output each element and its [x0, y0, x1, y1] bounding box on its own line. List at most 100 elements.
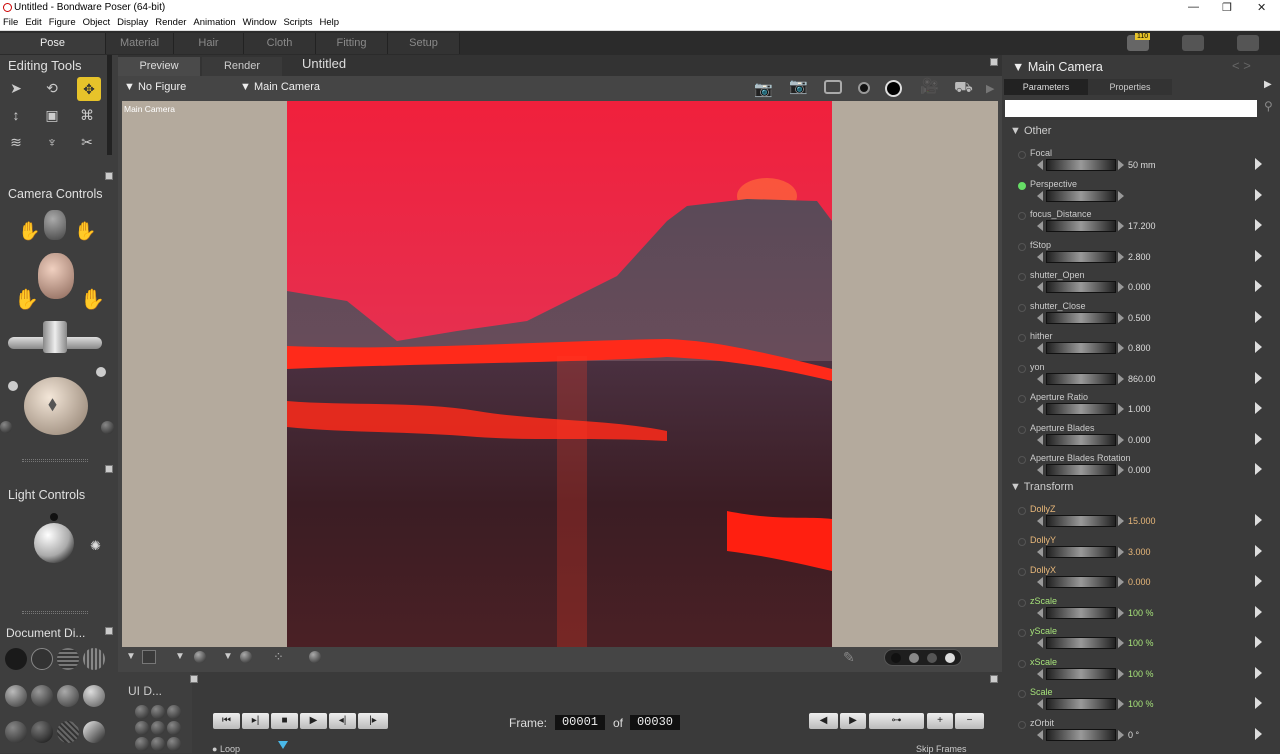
dial-right-arrow-icon[interactable]	[1118, 516, 1124, 526]
param-value[interactable]: 0.000	[1128, 282, 1151, 292]
param-status-dot[interactable]	[1018, 456, 1026, 464]
figure-style-box[interactable]	[142, 650, 156, 664]
dial-right-arrow-icon[interactable]	[1118, 546, 1124, 557]
display-style-silhouette[interactable]	[5, 648, 27, 670]
ui-dots-menu-icon[interactable]	[190, 675, 198, 683]
dial-right-arrow-icon[interactable]	[1118, 729, 1124, 740]
dial-right-arrow-icon[interactable]	[1118, 343, 1124, 353]
param-status-dot[interactable]	[1018, 151, 1026, 159]
param-value[interactable]: 100 %	[1128, 699, 1154, 709]
figure-style-dropdown-icon[interactable]: ▼	[126, 651, 136, 662]
stop-button[interactable]: ■	[271, 713, 298, 729]
param-expand-icon[interactable]	[1255, 666, 1262, 679]
tab-pose[interactable]: Pose	[0, 33, 106, 54]
tab-setup[interactable]: Setup	[388, 33, 460, 54]
dial-left-arrow-icon[interactable]	[1037, 434, 1043, 445]
menu-scripts[interactable]: Scripts	[280, 16, 316, 28]
dial-right-arrow-icon[interactable]	[1118, 373, 1124, 384]
tab-preview[interactable]: Preview	[118, 57, 200, 76]
select-tool-icon[interactable]: ➤	[6, 78, 26, 98]
param-dial[interactable]	[1046, 281, 1116, 293]
chat-icon[interactable]	[1182, 35, 1204, 51]
param-expand-icon[interactable]	[1255, 402, 1262, 414]
ui-dot-2[interactable]	[151, 705, 165, 719]
param-status-dot[interactable]	[1018, 507, 1026, 515]
param-status-dot[interactable]	[1018, 181, 1026, 190]
menu-animation[interactable]: Animation	[190, 16, 239, 28]
tab-material[interactable]: Material	[106, 33, 174, 54]
param-dial[interactable]	[1046, 637, 1116, 649]
dial-left-arrow-icon[interactable]	[1037, 638, 1043, 648]
display-style-flat[interactable]	[31, 685, 53, 707]
depth-cue-sphere[interactable]	[309, 651, 321, 663]
param-search-icon[interactable]: ⚲	[1264, 99, 1273, 113]
param-dial[interactable]	[1046, 698, 1116, 710]
dial-left-arrow-icon[interactable]	[1037, 160, 1043, 170]
param-expand-icon[interactable]	[1255, 575, 1262, 587]
param-status-dot[interactable]	[1018, 242, 1026, 251]
cam-dot-left[interactable]	[8, 381, 18, 391]
param-value[interactable]: 860.00	[1128, 374, 1156, 384]
tab-properties[interactable]: Properties	[1088, 79, 1172, 95]
light-sphere-control[interactable]	[34, 523, 74, 563]
param-row-aperture-blades[interactable]: Aperture Blades 0.000	[1002, 423, 1280, 454]
dial-left-arrow-icon[interactable]	[1037, 577, 1043, 587]
param-expand-icon[interactable]	[1255, 341, 1262, 353]
param-value[interactable]: 0.000	[1128, 465, 1151, 475]
total-frames-field[interactable]: 00030	[630, 715, 680, 730]
move-y-control[interactable]	[43, 321, 67, 353]
group-transform-header[interactable]: ▼ Transform	[1010, 481, 1073, 493]
param-value[interactable]: 3.000	[1128, 547, 1151, 557]
param-expand-icon[interactable]	[1255, 310, 1262, 323]
display-style-texture[interactable]	[5, 721, 27, 743]
param-row-dollyy[interactable]: DollyY 3.000	[1002, 535, 1280, 566]
param-value[interactable]: 1.000	[1128, 404, 1151, 414]
snapshot-camera-icon[interactable]: 📷	[789, 77, 808, 95]
dial-right-arrow-icon[interactable]	[1118, 312, 1124, 323]
param-expand-icon[interactable]	[1255, 158, 1262, 170]
param-value[interactable]: 0.500	[1128, 313, 1151, 323]
display-style-shaded[interactable]	[31, 721, 53, 743]
add-keyframe-button[interactable]: +	[927, 713, 953, 729]
dial-left-arrow-icon[interactable]	[1037, 699, 1043, 709]
camera-panel-menu-icon[interactable]	[105, 172, 113, 180]
maximize-button[interactable]: ❐	[1222, 1, 1232, 14]
dial-right-arrow-icon[interactable]	[1118, 251, 1124, 262]
figure-selector[interactable]: ▼ No Figure	[124, 81, 186, 93]
display-style-smooth[interactable]	[83, 685, 105, 707]
param-value[interactable]: 50 mm	[1128, 160, 1156, 170]
zoom-knob-right[interactable]	[101, 421, 114, 434]
dial-right-arrow-icon[interactable]	[1118, 190, 1124, 201]
menu-display[interactable]: Display	[114, 16, 152, 28]
param-value[interactable]: 17.200	[1128, 221, 1156, 231]
ui-dot-1[interactable]	[135, 705, 149, 719]
param-panel-header[interactable]: ▼ Main Camera	[1012, 60, 1103, 74]
param-status-dot[interactable]	[1018, 629, 1026, 637]
param-expand-icon[interactable]	[1255, 432, 1262, 445]
param-value[interactable]: 100 %	[1128, 638, 1154, 648]
dial-right-arrow-icon[interactable]	[1118, 699, 1124, 709]
param-row-shutter-close[interactable]: shutter_Close 0.500	[1002, 301, 1280, 332]
menu-edit[interactable]: Edit	[22, 16, 45, 28]
display-style-hatch[interactable]	[57, 721, 79, 743]
menu-render[interactable]: Render	[152, 16, 190, 28]
document-style-sphere[interactable]	[240, 651, 252, 663]
param-search-input[interactable]	[1005, 100, 1257, 117]
param-value[interactable]: 100 %	[1128, 608, 1154, 618]
twist-tool-icon[interactable]: ⌘	[77, 105, 97, 125]
param-row-zorbit[interactable]: zOrbit 0 °	[1002, 718, 1280, 749]
sun-icon[interactable]: ✺	[90, 538, 101, 554]
display-style-outline[interactable]	[31, 648, 53, 670]
param-value[interactable]: 0.000	[1128, 435, 1151, 445]
head-camera-icon[interactable]	[38, 253, 74, 299]
menu-window[interactable]: Window	[240, 16, 281, 28]
cam-dot-right[interactable]	[96, 367, 106, 377]
param-dial[interactable]	[1046, 433, 1116, 446]
param-status-dot[interactable]	[1018, 598, 1026, 607]
scale-tool-icon[interactable]: ▣	[42, 105, 62, 125]
next-keyframe-button[interactable]: ▶	[840, 713, 866, 729]
tab-cloth[interactable]: Cloth	[244, 33, 316, 54]
param-expand-icon[interactable]	[1255, 727, 1262, 740]
keyframe-icon[interactable]: ⊶	[869, 713, 924, 729]
dial-left-arrow-icon[interactable]	[1037, 312, 1043, 323]
